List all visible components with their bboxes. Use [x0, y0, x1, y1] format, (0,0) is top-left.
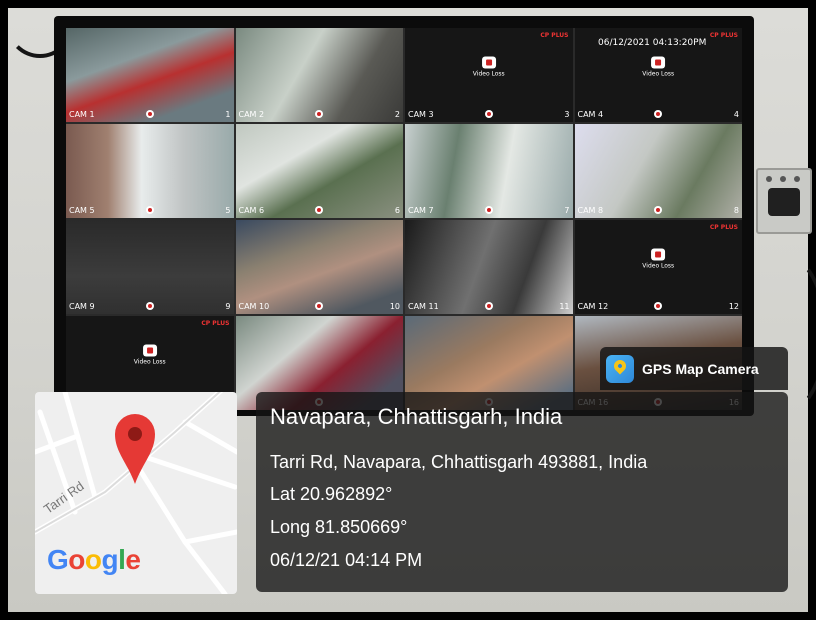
camera-label: CAM 6 — [238, 206, 265, 215]
cp-plus-logo: CP PLUS — [709, 224, 738, 231]
location-datetime: 06/12/21 04:14 PM — [270, 550, 423, 570]
camera-number: 4 — [733, 110, 739, 119]
camera-label: CAM 4 — [577, 110, 604, 119]
camera-label: CAM 9 — [69, 302, 95, 311]
camera-number: 10 — [389, 302, 400, 311]
camera-number: 6 — [394, 206, 400, 215]
gps-map-camera-icon — [606, 355, 634, 383]
camera-tile[interactable]: CP PLUS Video Loss CAM 3 3 — [405, 28, 573, 122]
record-icon — [654, 302, 663, 310]
camera-label: CAM 8 — [577, 206, 604, 215]
record-icon — [654, 110, 663, 118]
camera-number: 11 — [559, 302, 570, 311]
camera-number: 5 — [225, 206, 231, 215]
record-icon — [145, 302, 154, 310]
camera-tile[interactable]: CAM 10 10 — [235, 220, 403, 314]
wall-socket — [756, 168, 812, 234]
cp-plus-logo: CP PLUS — [201, 320, 230, 327]
location-longitude: Long 81.850669° — [270, 517, 408, 537]
camera-number: 9 — [225, 302, 231, 311]
video-loss-text: Video Loss — [642, 262, 675, 270]
camera-label: CAM 10 — [238, 302, 270, 311]
gps-app-name: GPS Map Camera — [642, 361, 759, 377]
power-plug — [768, 188, 800, 216]
record-icon — [145, 110, 154, 118]
record-icon — [484, 302, 493, 310]
map-thumbnail: Tarri Rd Google — [35, 392, 237, 594]
camera-number: 12 — [728, 302, 739, 311]
video-loss-indicator: Video Loss — [472, 56, 505, 78]
video-loss-icon — [651, 56, 666, 69]
video-loss-icon — [142, 344, 157, 357]
camera-tile[interactable]: CAM 5 5 — [66, 124, 234, 218]
video-loss-text: Video Loss — [642, 70, 675, 78]
camera-tile[interactable]: CAM 6 6 — [235, 124, 403, 218]
camera-tile[interactable]: CAM 8 8 — [574, 124, 742, 218]
camera-label: CAM 11 — [408, 302, 439, 311]
camera-tile[interactable]: CAM 7 7 — [405, 124, 573, 218]
camera-number: 3 — [564, 110, 570, 119]
camera-number: 8 — [733, 206, 739, 215]
record-icon — [654, 206, 663, 214]
location-title: Navapara, Chhattisgarh, India — [270, 404, 563, 429]
record-icon — [484, 206, 493, 214]
camera-tile[interactable]: CAM 1 1 — [66, 28, 234, 122]
camera-label: CAM 12 — [577, 302, 609, 311]
camera-tile[interactable]: CP PLUS Video Loss CAM 12 12 — [574, 220, 742, 314]
record-icon — [484, 110, 493, 118]
record-icon — [145, 206, 154, 214]
camera-tile[interactable]: CAM 9 9 — [66, 220, 234, 314]
camera-label: CAM 1 — [69, 110, 95, 119]
camera-number: 7 — [564, 206, 570, 215]
video-loss-text: Video Loss — [472, 70, 505, 78]
video-loss-icon — [651, 248, 666, 261]
camera-label: CAM 7 — [408, 206, 434, 215]
google-logo: Google — [47, 544, 141, 575]
camera-tile[interactable]: CAM 11 11 — [405, 220, 573, 314]
cp-plus-logo: CP PLUS — [709, 32, 738, 39]
record-icon — [315, 302, 324, 310]
location-address: Tarri Rd, Navapara, Chhattisgarh 493881,… — [270, 452, 648, 472]
video-loss-icon — [481, 56, 496, 69]
camera-number: 1 — [225, 110, 231, 119]
record-icon — [315, 206, 324, 214]
dvr-timestamp: 06/12/2021 04:13:20PM — [598, 38, 707, 48]
cp-plus-logo: CP PLUS — [540, 32, 569, 39]
video-loss-text: Video Loss — [133, 358, 166, 366]
photo-frame: CAM 1 1 CAM 2 2 CP PLUS Video Loss CAM 3 3 CP PL… — [0, 0, 816, 620]
map-pin-icon — [115, 414, 155, 484]
video-loss-indicator: Video Loss — [642, 56, 675, 78]
camera-label: CAM 2 — [238, 110, 265, 119]
camera-label: CAM 3 — [408, 110, 434, 119]
camera-tile[interactable]: CAM 2 2 — [235, 28, 403, 122]
record-icon — [315, 110, 324, 118]
camera-label: CAM 5 — [69, 206, 95, 215]
location-latitude: Lat 20.962892° — [270, 484, 393, 504]
video-loss-indicator: Video Loss — [133, 344, 166, 366]
camera-number: 2 — [394, 110, 400, 119]
video-loss-indicator: Video Loss — [642, 248, 675, 270]
